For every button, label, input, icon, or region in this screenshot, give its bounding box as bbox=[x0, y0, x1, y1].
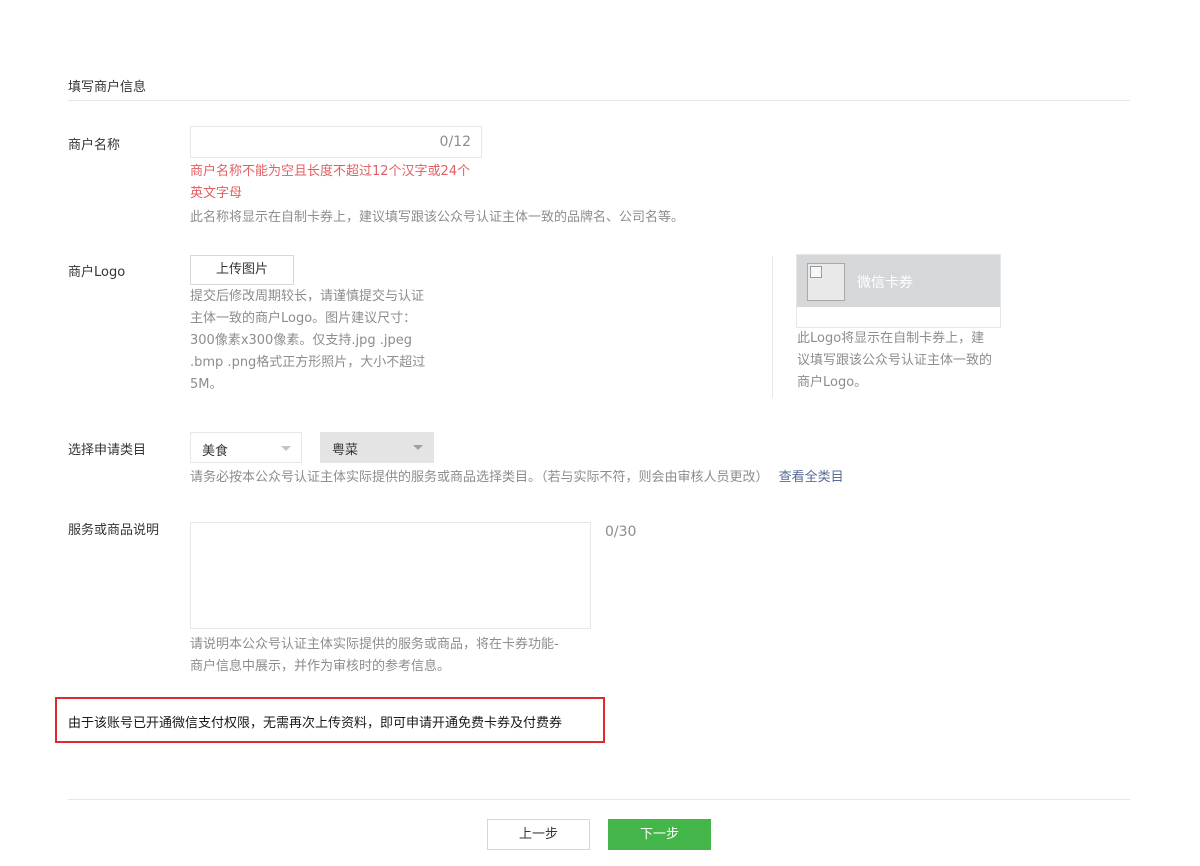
description-textarea[interactable] bbox=[190, 522, 591, 629]
card-preview-header: 微信卡券 bbox=[797, 255, 1000, 307]
broken-image-icon bbox=[810, 266, 822, 278]
logo-label: 商户Logo bbox=[68, 265, 126, 280]
chevron-down-icon bbox=[413, 445, 423, 450]
merchant-name-hint: 此名称将显示在自制卡券上，建议填写跟该公众号认证主体一致的品牌名、公司名等。 bbox=[190, 210, 685, 225]
upload-image-button[interactable]: 上传图片 bbox=[190, 255, 294, 285]
notice-box: 由于该账号已开通微信支付权限，无需再次上传资料，即可申请开通免费卡券及付费券 bbox=[55, 697, 605, 743]
next-step-button[interactable]: 下一步 bbox=[608, 819, 711, 850]
card-logo-placeholder bbox=[807, 263, 845, 301]
view-all-categories-link[interactable]: 查看全类目 bbox=[779, 470, 844, 485]
chevron-down-icon bbox=[281, 446, 291, 451]
secondary-category-select[interactable]: 粤菜 bbox=[320, 432, 434, 463]
logo-hint: 提交后修改周期较长，请谨慎提交与认证 主体一致的商户Logo。图片建议尺寸： 3… bbox=[190, 289, 426, 392]
merchant-name-error: 商户名称不能为空且长度不超过12个汉字或24个 英文字母 bbox=[190, 164, 471, 201]
footer-divider bbox=[68, 799, 1130, 800]
category-hint: 请务必按本公众号认证主体实际提供的服务或商品选择类目。（若与实际不符，则会由审核… bbox=[190, 470, 844, 485]
logo-divider bbox=[772, 256, 773, 398]
notice-text: 由于该账号已开通微信支付权限，无需再次上传资料，即可申请开通免费卡券及付费券 bbox=[68, 716, 563, 731]
category-label: 选择申请类目 bbox=[68, 443, 147, 458]
merchant-name-counter: 0/12 bbox=[439, 134, 471, 150]
section-divider bbox=[68, 100, 1130, 101]
description-label: 服务或商品说明 bbox=[68, 523, 160, 538]
merchant-name-input[interactable]: 0/12 bbox=[190, 126, 482, 158]
prev-step-button[interactable]: 上一步 bbox=[487, 819, 590, 850]
secondary-category-value: 粤菜 bbox=[332, 443, 359, 458]
primary-category-select[interactable]: 美食 bbox=[190, 432, 302, 463]
card-preview: 微信卡券 bbox=[796, 254, 1001, 328]
primary-category-value: 美食 bbox=[202, 444, 229, 459]
card-preview-hint: 此Logo将显示在自制卡券上，建 议填写跟该公众号认证主体一致的 商户Logo。 bbox=[797, 331, 993, 390]
description-hint: 请说明本公众号认证主体实际提供的服务或商品，将在卡券功能- 商户信息中展示，并作… bbox=[190, 637, 559, 674]
card-preview-name: 微信卡券 bbox=[857, 275, 913, 291]
merchant-name-label: 商户名称 bbox=[68, 138, 121, 153]
section-title: 填写商户信息 bbox=[68, 80, 147, 95]
description-counter: 0/30 bbox=[605, 524, 637, 540]
